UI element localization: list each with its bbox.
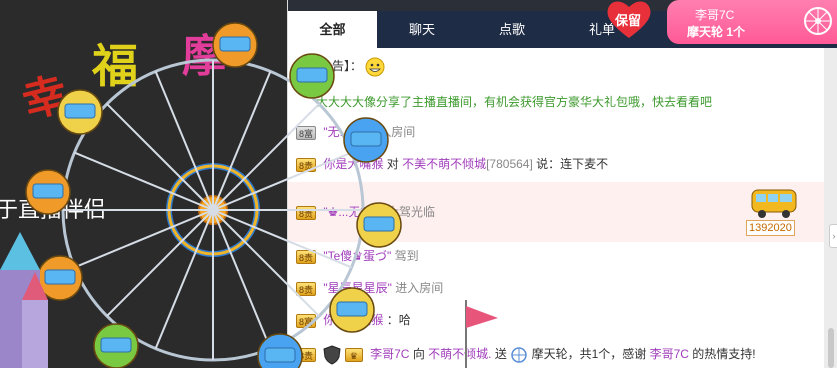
message-list: 公告】： 大大大大像分享了主播直播间，有机会获得官方豪华大礼包哦，快去看看吧 8… [288,48,824,368]
user-nick[interactable]: "Te傻♛蛋づ" [323,249,391,263]
user-nick[interactable]: "♚...无痕~" [323,205,383,219]
user-nick[interactable]: 你是大嘴猴 [323,157,383,171]
target-nick[interactable]: 不美不萌不倾城 [402,157,486,171]
rank-badge: 8富 [296,125,317,140]
user-nick[interactable]: "星辰星星辰" [323,281,392,295]
message-text: 驾到 [394,249,419,263]
fu-word-2: 福 [92,39,138,93]
message-text: ：哈 [386,313,411,327]
message-text: 大驾光临 [387,205,436,219]
vip-badge: ♛ [344,347,363,362]
shield-icon [323,345,341,365]
message-mid: 对 [386,157,399,171]
keep-label: 保留 [615,13,642,28]
side-expand-button[interactable]: › [829,224,837,248]
gift-banner[interactable]: 李哥7C 摩天轮 1个 [667,0,837,44]
rank-badge: 8富 [296,313,317,328]
message-mid: 向 [412,347,425,361]
list-item: 8贵 "♚...无痕~" 大驾光临 1392020 [288,182,824,242]
user-nick[interactable]: 李哥7C [370,347,409,361]
message-text: 进入房间 [395,281,444,295]
list-item: 8贵 "Te傻♛蛋づ" 驾到 [296,244,419,268]
list-item: 大大大大像分享了主播直播间，有机会获得官方豪华大礼包哦，快去看看吧 [296,90,712,114]
message-text: 送 [494,347,507,361]
thanks-nick[interactable]: 李哥7C [650,347,689,361]
user-nick[interactable]: 你是大嘴猴 [323,313,383,327]
target-nick[interactable]: 不萌不倾城. [428,347,491,361]
list-item: 公告】： [296,54,385,78]
tab-all[interactable]: 全部 [288,11,377,48]
gift-banner-line: 摩天轮 1个 [687,25,746,39]
message-tail: 的热情支持! [692,347,756,361]
tab-chat[interactable]: 聊天 [377,11,467,48]
list-item: 8富 你是大嘴猴 ：哈 [296,308,411,332]
chat-panel: 全部 聊天 点歌 礼单 李哥7C 摩天轮 1个 保留 公告】： 大大大大像分享了… [287,0,837,368]
tab-songs[interactable]: 点歌 [467,11,557,48]
grin-emoji-icon [365,57,385,77]
rank-badge: 8贵 [296,205,317,220]
fu-word-3: 摩 [182,31,226,82]
list-item: 8贵 ♛ 李哥7C 向 不萌不倾城. 送 摩天轮，共1个，感谢 李哥7C 的热情… [296,342,756,366]
user-nick[interactable]: "无...2t" [323,125,364,139]
ferris-wheel-gift-icon [511,347,527,363]
ferris-wheel-icon [804,7,832,35]
rank-badge: 8贵 [296,281,317,296]
rank-badge: 8贵 [296,249,317,264]
user-id: [780564] [486,157,533,171]
list-item: 8富 "无...2t" 进入房间 [296,120,415,144]
live-stage: 于直播伴侣 幸 福 摩 [0,0,290,368]
scroll-thumb[interactable] [828,328,834,368]
list-item: 8贵 你是大嘴猴 对 不美不萌不倾城[780564] 说：连下麦不 [296,152,608,176]
announcement-prefix: 公告】： [320,59,363,73]
car-count: 1392020 [746,220,795,236]
list-item: 8贵 "星辰星星辰" 进入房间 [296,276,443,300]
scrollbar[interactable] [824,48,837,368]
gift-banner-user: 李哥7C [695,8,735,22]
gift-text: 摩天轮，共1个，感谢 [531,347,647,361]
fu-word-1: 幸 [17,68,73,129]
message-text: 说：连下麦不 [536,157,609,171]
rank-badge: 8贵 [296,157,317,172]
message-text: 进入房间 [367,125,416,139]
stage-caption: 于直播伴侣 [0,198,107,223]
bus-car-icon [751,189,797,218]
share-message: 大大大大像分享了主播直播间，有机会获得官方豪华大礼包哦，快去看看吧 [316,95,713,109]
rank-badge: 8贵 [296,347,317,362]
